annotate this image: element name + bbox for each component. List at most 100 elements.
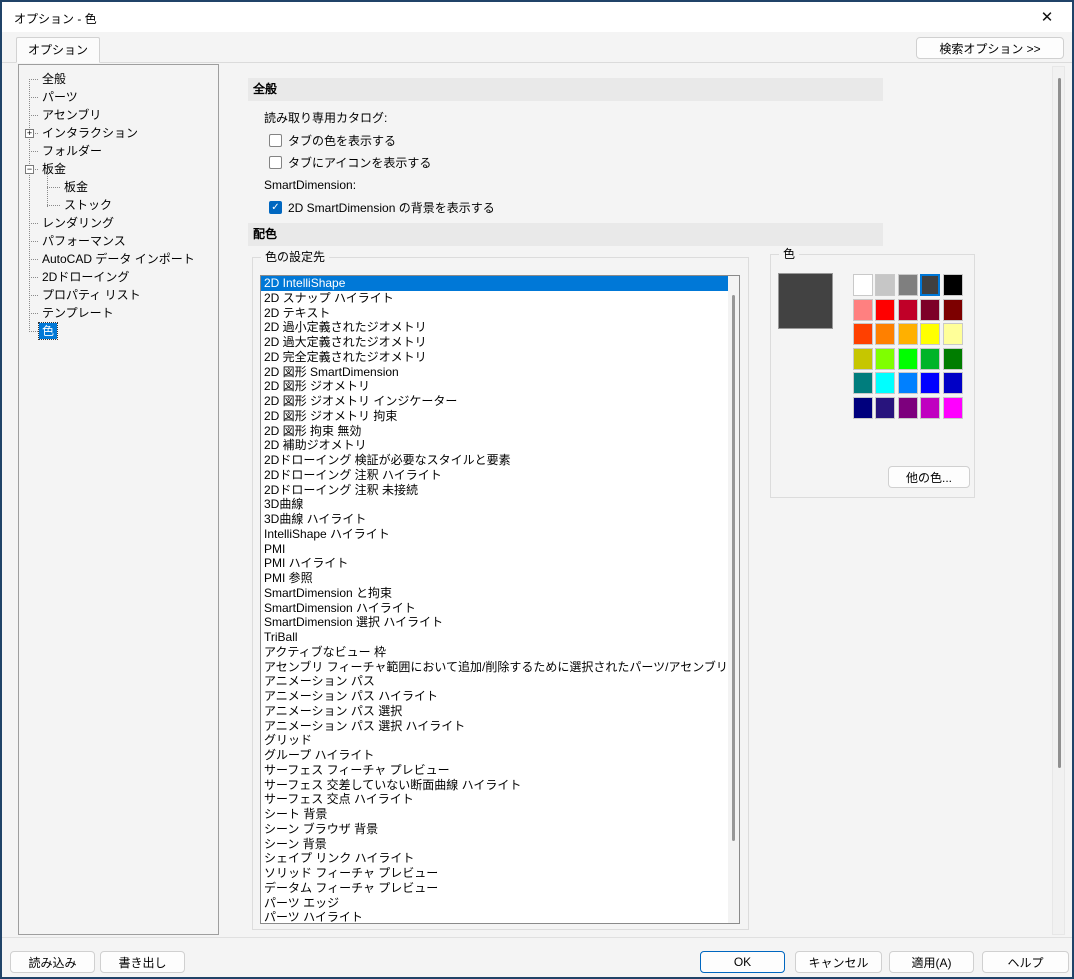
tree-item[interactable]: フォルダー [19,142,218,160]
color-target-item[interactable]: アクティブなビュー 枠 [261,645,739,660]
main-scrollbar[interactable] [1052,66,1065,935]
tree-item[interactable]: アセンブリ [19,106,218,124]
tree-item-label[interactable]: テンプレート [39,305,117,321]
palette-swatch[interactable] [943,274,963,296]
tree-item[interactable]: レンダリング [19,214,218,232]
palette-swatch[interactable] [875,372,895,394]
color-target-item[interactable]: アニメーション パス [261,674,739,689]
color-target-item[interactable]: 2D 過大定義されたジオメトリ [261,335,739,350]
tree-item-label[interactable]: AutoCAD データ インポート [39,251,198,267]
palette-swatch[interactable] [943,397,963,419]
tree-item[interactable]: パーツ [19,88,218,106]
color-target-item[interactable]: 2D 図形 SmartDimension [261,365,739,380]
palette-swatch[interactable] [898,274,918,296]
palette-swatch[interactable] [943,299,963,321]
palette-swatch[interactable] [920,397,940,419]
search-options-button[interactable]: 検索オプション >> [916,37,1064,59]
palette-swatch[interactable] [898,397,918,419]
tree-item-label[interactable]: プロパティ リスト [39,287,144,303]
palette-swatch[interactable] [853,372,873,394]
export-button[interactable]: 書き出し [100,951,185,973]
collapse-minus-icon[interactable]: − [25,165,34,174]
color-target-item[interactable]: 2Dドローイング 注釈 ハイライト [261,468,739,483]
palette-swatch[interactable] [875,274,895,296]
color-target-item[interactable]: 2Dドローイング 検証が必要なスタイルと要素 [261,453,739,468]
palette-swatch[interactable] [853,348,873,370]
color-target-item[interactable]: 2Dドローイング 注釈 未接続 [261,483,739,498]
color-target-item[interactable]: データム フィーチャ プレビュー [261,881,739,896]
color-target-item[interactable]: サーフェス フィーチャ プレビュー [261,763,739,778]
tree-item-label[interactable]: 2Dドローイング [39,269,132,285]
palette-swatch[interactable] [875,299,895,321]
tree-item-label[interactable]: 全般 [39,71,69,87]
apply-button[interactable]: 適用(A) [889,951,974,973]
color-target-item[interactable]: PMI ハイライト [261,556,739,571]
tree-item-label[interactable]: フォルダー [39,143,105,159]
palette-swatch[interactable] [898,372,918,394]
color-target-item[interactable]: アニメーション パス 選択 [261,704,739,719]
color-target-item[interactable]: 2D 図形 ジオメトリ [261,379,739,394]
color-target-item[interactable]: PMI 参照 [261,571,739,586]
list-scrollbar[interactable] [728,276,739,923]
color-target-item[interactable]: SmartDimension 選択 ハイライト [261,615,739,630]
palette-swatch[interactable] [943,372,963,394]
color-target-item[interactable]: シート 背景 [261,807,739,822]
main-scrollbar-thumb[interactable] [1058,78,1061,768]
color-target-item[interactable]: アニメーション パス ハイライト [261,689,739,704]
color-target-item[interactable]: シェイプ リンク ハイライト [261,851,739,866]
tree-item[interactable]: −板金 [19,160,218,178]
palette-swatch[interactable] [943,323,963,345]
tree-item[interactable]: プロパティ リスト [19,286,218,304]
show-tab-color-checkbox[interactable] [269,134,282,147]
color-target-item[interactable]: 3D曲線 [261,497,739,512]
color-target-item[interactable]: パーツ ハイライト [261,910,739,924]
tree-item[interactable]: ストック [19,196,218,214]
palette-swatch[interactable] [875,323,895,345]
tree-item-label[interactable]: アセンブリ [39,107,104,123]
color-target-item[interactable]: 2D 補助ジオメトリ [261,438,739,453]
tree-item-label[interactable]: パフォーマンス [39,233,129,249]
tree-item[interactable]: 2Dドローイング [19,268,218,286]
color-target-item[interactable]: 2D 図形 拘束 無効 [261,424,739,439]
color-target-item[interactable]: サーフェス 交点 ハイライト [261,792,739,807]
palette-swatch[interactable] [920,323,940,345]
color-target-item[interactable]: PMI [261,542,739,557]
tree-item-label[interactable]: 板金 [39,161,69,177]
palette-swatch[interactable] [853,274,873,296]
tree-item-label[interactable]: 色 [39,323,57,339]
tree-item-label[interactable]: パーツ [39,89,81,105]
color-target-item[interactable]: 2D スナップ ハイライト [261,291,739,306]
color-target-item[interactable]: TriBall [261,630,739,645]
palette-swatch[interactable] [875,348,895,370]
palette-swatch[interactable] [853,299,873,321]
tree-item[interactable]: パフォーマンス [19,232,218,250]
color-target-item[interactable]: IntelliShape ハイライト [261,527,739,542]
palette-swatch[interactable] [920,299,940,321]
show-tab-icon-checkbox[interactable] [269,156,282,169]
tree-item[interactable]: +インタラクション [19,124,218,142]
tree-item-label[interactable]: ストック [61,197,115,213]
color-target-item[interactable]: ソリッド フィーチャ プレビュー [261,866,739,881]
tree-item[interactable]: 色 [19,322,218,340]
palette-swatch[interactable] [920,348,940,370]
cancel-button[interactable]: キャンセル [795,951,882,973]
color-target-item[interactable]: SmartDimension と拘束 [261,586,739,601]
help-button[interactable]: ヘルプ [982,951,1069,973]
color-target-item[interactable]: シーン ブラウザ 背景 [261,822,739,837]
color-target-item[interactable]: パーツ エッジ [261,896,739,911]
tree-item-label[interactable]: レンダリング [39,215,117,231]
color-target-item[interactable]: シーン 背景 [261,837,739,852]
ok-button[interactable]: OK [700,951,785,973]
color-target-item[interactable]: 2D テキスト [261,306,739,321]
palette-swatch[interactable] [920,274,940,296]
palette-swatch[interactable] [898,323,918,345]
palette-swatch[interactable] [853,397,873,419]
color-target-item[interactable]: グリッド [261,733,739,748]
color-target-item[interactable]: サーフェス 交差していない断面曲線 ハイライト [261,778,739,793]
palette-swatch[interactable] [898,348,918,370]
color-target-item[interactable]: 3D曲線 ハイライト [261,512,739,527]
tree-item[interactable]: テンプレート [19,304,218,322]
tree-item[interactable]: AutoCAD データ インポート [19,250,218,268]
palette-swatch[interactable] [853,323,873,345]
tree-item[interactable]: 板金 [19,178,218,196]
